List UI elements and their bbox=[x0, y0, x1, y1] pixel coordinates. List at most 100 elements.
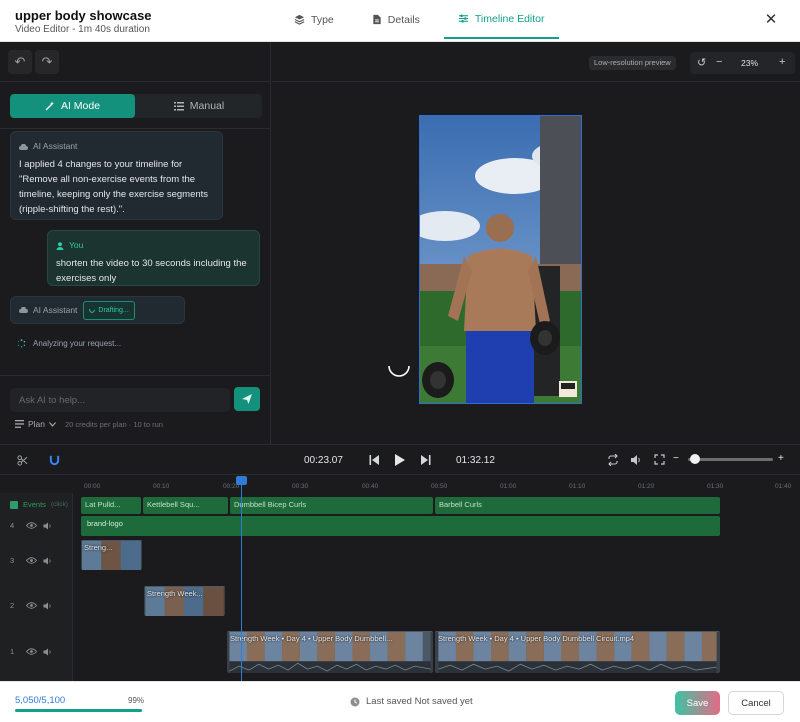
tab-type-label: Type bbox=[311, 13, 334, 26]
chevron-down-icon bbox=[49, 421, 56, 427]
event-clip[interactable]: Dumbbell Bicep Curls bbox=[230, 497, 433, 514]
video-clip[interactable]: Strength Week... bbox=[144, 586, 225, 616]
save-button[interactable]: Save bbox=[675, 691, 720, 715]
cloud-icon bbox=[19, 307, 28, 313]
ruler-tick: 01:00 bbox=[500, 483, 517, 490]
play-icon[interactable] bbox=[394, 453, 406, 467]
skip-forward-icon[interactable] bbox=[420, 454, 431, 466]
video-clip[interactable]: Streng... bbox=[81, 540, 142, 570]
ruler-tick: 01:10 bbox=[569, 483, 586, 490]
timeline-ruler[interactable]: 00:00 00:10 00:20 00:30 00:40 00:50 01:0… bbox=[0, 475, 800, 493]
history-toolbar: ↶ ↷ bbox=[0, 42, 271, 82]
magnet-icon[interactable] bbox=[49, 455, 60, 466]
close-icon[interactable]: ✕ bbox=[764, 12, 778, 27]
drafting-badge: Drafting... bbox=[83, 300, 135, 320]
send-icon bbox=[242, 394, 252, 404]
track-number: 4 bbox=[10, 521, 15, 530]
plan-selector[interactable]: Plan bbox=[15, 419, 60, 429]
send-button[interactable] bbox=[234, 387, 260, 411]
cloud-icon bbox=[19, 143, 28, 150]
events-track-label: Events (click) bbox=[10, 500, 68, 509]
clock-icon bbox=[350, 697, 360, 706]
event-clip[interactable]: Lat Pulld... bbox=[81, 497, 141, 514]
manual-mode-label: Manual bbox=[189, 100, 225, 112]
ruler-tick: 00:10 bbox=[153, 483, 170, 490]
clip-label: Strength Week • Day 4 • Upper Body Dumbb… bbox=[230, 634, 393, 643]
save-status: Last saved Not saved yet bbox=[350, 696, 473, 707]
eye-icon[interactable] bbox=[26, 522, 37, 529]
events-label: Events bbox=[23, 500, 46, 509]
volume-icon[interactable] bbox=[630, 454, 642, 466]
volume-slider-handle[interactable] bbox=[690, 454, 701, 464]
analyzing-text: Analyzing your request... bbox=[33, 339, 122, 348]
ruler-tick: 01:30 bbox=[707, 483, 724, 490]
track-number: 1 bbox=[10, 647, 15, 656]
speaker-icon[interactable] bbox=[43, 557, 52, 565]
brand-logo-clip[interactable]: brand-logo bbox=[81, 516, 720, 536]
eye-icon[interactable] bbox=[26, 557, 37, 564]
ask-ai-input[interactable] bbox=[10, 388, 230, 412]
playhead[interactable] bbox=[241, 478, 242, 681]
fullscreen-icon[interactable] bbox=[654, 454, 665, 465]
zoom-out-button[interactable]: − bbox=[716, 56, 722, 68]
assistant-name: AI Assistant bbox=[33, 304, 78, 315]
document-icon bbox=[373, 14, 381, 25]
volume-up-button[interactable]: + bbox=[778, 453, 784, 464]
assistant-header: AI Assistant bbox=[19, 139, 214, 154]
eye-icon[interactable] bbox=[26, 602, 37, 609]
eye-icon[interactable] bbox=[26, 648, 37, 655]
scissors-icon[interactable] bbox=[17, 455, 28, 466]
spinner-icon bbox=[89, 307, 96, 313]
redo-icon[interactable]: ↷ bbox=[35, 50, 59, 74]
skip-back-icon[interactable] bbox=[369, 454, 380, 466]
ruler-tick: 00:40 bbox=[362, 483, 379, 490]
video-clip[interactable]: Strength Week • Day 4 • Upper Body Dumbb… bbox=[227, 631, 433, 673]
clip-label: Strength Week... bbox=[147, 589, 203, 598]
track-header-3: 3 bbox=[10, 556, 58, 565]
volume-slider-track[interactable] bbox=[688, 458, 773, 461]
credits-percentage: 99% bbox=[128, 696, 145, 705]
speaker-icon[interactable] bbox=[43, 648, 52, 656]
manual-mode-button[interactable]: Manual bbox=[136, 94, 262, 118]
user-name: You bbox=[69, 240, 84, 250]
video-clip[interactable]: Strength Week • Day 4 • Upper Body Dumbb… bbox=[435, 631, 720, 673]
transport-bar: 00:23.07 01:32.12 − + bbox=[0, 444, 800, 475]
undo-icon[interactable]: ↶ bbox=[8, 50, 32, 74]
header: upper body showcase Video Editor - 1m 40… bbox=[0, 0, 800, 42]
ai-mode-button[interactable]: AI Mode bbox=[10, 94, 135, 118]
drafting-text: Drafting... bbox=[98, 306, 129, 314]
zoom-level: 23% bbox=[741, 58, 759, 68]
total-time: 01:32.12 bbox=[456, 455, 495, 466]
loop-icon[interactable] bbox=[607, 454, 619, 466]
plan-label: Plan bbox=[28, 419, 46, 429]
ruler-tick: 00:50 bbox=[431, 483, 448, 490]
layers-icon bbox=[294, 14, 305, 25]
footer: 5,050/5,100 99% Last saved Not saved yet… bbox=[0, 681, 800, 722]
reset-zoom-icon[interactable]: ↺ bbox=[697, 56, 706, 69]
track-number: 2 bbox=[10, 601, 15, 610]
spinner-icon bbox=[18, 339, 26, 348]
video-frame[interactable] bbox=[419, 115, 582, 404]
playhead-handle[interactable] bbox=[236, 476, 247, 485]
checklist-icon bbox=[15, 420, 24, 428]
logo-clip-label: brand-logo bbox=[87, 519, 123, 528]
assistant-name: AI Assistant bbox=[33, 141, 78, 151]
tab-timeline-editor[interactable]: Timeline Editor bbox=[443, 0, 559, 39]
divider bbox=[0, 128, 271, 129]
event-clip-label: Lat Pulld... bbox=[85, 500, 121, 509]
video-preview: Low-resolution preview ↺ − 23% + bbox=[272, 42, 800, 444]
event-clip[interactable]: Barbell Curls bbox=[435, 497, 720, 514]
track-header-2: 2 bbox=[10, 601, 58, 610]
tab-type[interactable]: Type bbox=[280, 0, 348, 39]
cancel-button[interactable]: Cancel bbox=[728, 691, 784, 715]
assistant-drafting: AI Assistant Drafting... bbox=[10, 296, 185, 324]
speaker-icon[interactable] bbox=[43, 522, 52, 530]
video-frame-image bbox=[420, 116, 581, 403]
event-clip[interactable]: Kettlebell Squ... bbox=[143, 497, 228, 514]
project-subtitle: Video Editor - 1m 40s duration bbox=[15, 24, 150, 35]
zoom-in-button[interactable]: + bbox=[779, 56, 785, 68]
volume-down-button[interactable]: − bbox=[673, 453, 679, 464]
speaker-icon[interactable] bbox=[43, 602, 52, 610]
tab-details[interactable]: Details bbox=[358, 0, 434, 39]
mode-toggle: AI Mode Manual bbox=[10, 94, 262, 118]
